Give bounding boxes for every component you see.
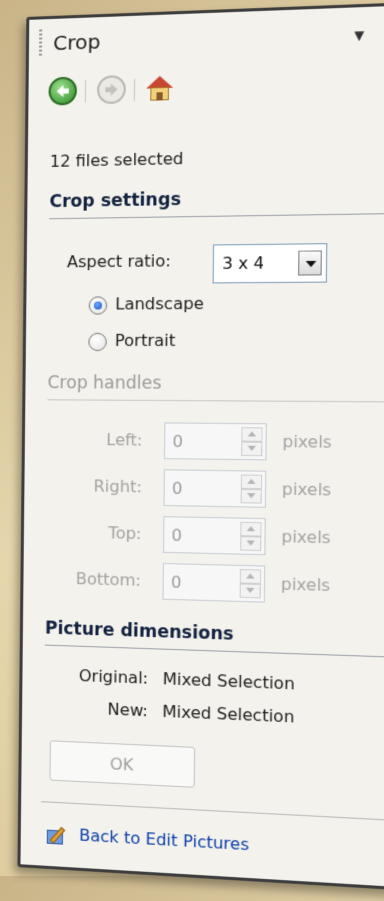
edit-pictures-icon[interactable]: [46, 824, 69, 847]
pane-titlebar: Crop ▼ ×: [29, 5, 384, 66]
footer-divider: [41, 801, 384, 822]
left-value: 0: [172, 431, 184, 452]
left-stepper[interactable]: 0: [163, 422, 267, 461]
back-to-edit-pictures-link[interactable]: Back to Edit Pictures: [79, 825, 249, 854]
spin-up-icon[interactable]: [241, 427, 263, 442]
new-value: Mixed Selection: [162, 701, 295, 727]
new-label: New:: [107, 699, 149, 721]
crop-handles-heading: Crop handles: [47, 373, 384, 403]
right-stepper[interactable]: 0: [163, 469, 267, 508]
forward-arrow-icon[interactable]: [97, 75, 126, 105]
bottom-unit: pixels: [280, 574, 331, 596]
pane-title: Crop: [53, 29, 101, 56]
ok-button[interactable]: OK: [49, 740, 196, 788]
top-label: Top:: [108, 523, 142, 544]
spin-down-icon[interactable]: [240, 536, 262, 552]
aspect-ratio-label: Aspect ratio:: [66, 251, 172, 272]
home-icon[interactable]: [146, 76, 173, 101]
picture-dimensions-heading: Picture dimensions: [44, 618, 384, 659]
nav-separator: [84, 80, 87, 103]
left-unit: pixels: [282, 431, 332, 452]
bottom-value: 0: [170, 572, 182, 593]
crop-settings-heading: Crop settings: [49, 185, 384, 220]
portrait-label[interactable]: Portrait: [115, 331, 176, 350]
right-value: 0: [171, 478, 183, 499]
right-label: Right:: [93, 476, 143, 497]
aspect-ratio-dropdown[interactable]: 3 x 4: [212, 243, 328, 284]
spin-down-icon[interactable]: [239, 583, 261, 599]
chevron-down-icon[interactable]: ▼: [354, 28, 364, 43]
spin-up-icon[interactable]: [240, 474, 263, 490]
nav-separator: [133, 78, 136, 102]
spin-down-icon[interactable]: [240, 488, 262, 504]
original-label: Original:: [78, 665, 149, 688]
ok-label: OK: [109, 754, 134, 775]
top-value: 0: [171, 525, 183, 546]
spin-up-icon[interactable]: [239, 569, 262, 584]
left-label: Left:: [106, 430, 143, 450]
right-unit: pixels: [281, 479, 332, 500]
spin-down-icon[interactable]: [241, 441, 263, 457]
spin-up-icon[interactable]: [240, 521, 262, 537]
bottom-stepper[interactable]: 0: [162, 563, 266, 603]
original-value: Mixed Selection: [162, 669, 295, 694]
aspect-ratio-value: 3 x 4: [222, 253, 265, 274]
drag-grip-icon[interactable]: [38, 29, 43, 56]
pane-navigation: [48, 71, 254, 112]
portrait-radio[interactable]: [88, 332, 107, 352]
bottom-label: Bottom:: [75, 568, 142, 590]
chevron-down-icon[interactable]: [298, 250, 322, 276]
top-unit: pixels: [281, 526, 331, 548]
landscape-label[interactable]: Landscape: [115, 294, 204, 314]
top-stepper[interactable]: 0: [162, 516, 266, 556]
landscape-radio[interactable]: [88, 296, 108, 315]
crop-task-pane: Crop ▼ × 12 files selected Crop settings…: [17, 1, 384, 891]
back-arrow-icon[interactable]: [48, 76, 78, 106]
selection-status: 12 files selected: [49, 148, 184, 171]
